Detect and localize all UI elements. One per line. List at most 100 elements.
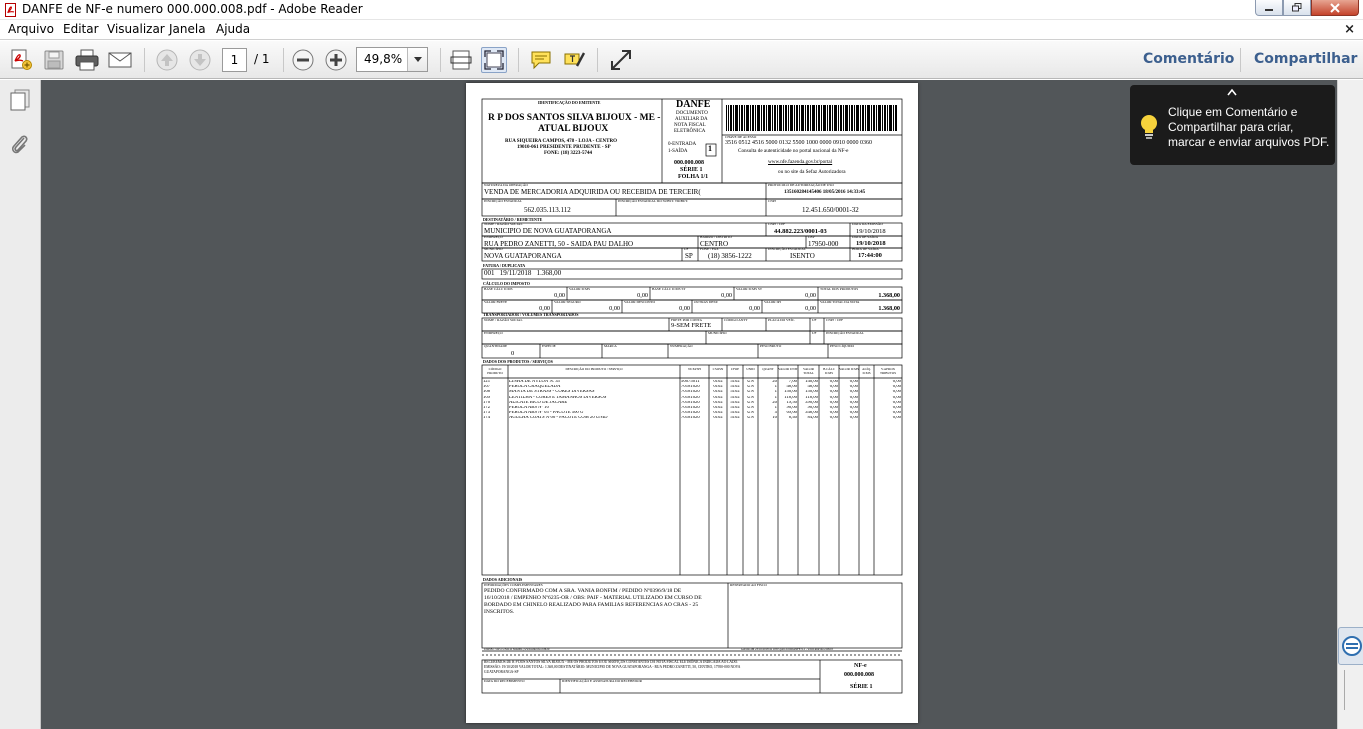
- attachments-panel-button[interactable]: [8, 132, 32, 160]
- produto-cell: 0102: [713, 411, 723, 416]
- produto-cell: 0,00: [829, 380, 838, 384]
- imposto-value: 0,00: [805, 305, 816, 312]
- produtos-header: DADOS DOS PRODUTOS / SERVIÇOS: [483, 359, 553, 364]
- comment-button[interactable]: [528, 47, 554, 73]
- transporte-label: PLACA DO VEÍC.: [768, 318, 796, 322]
- save-button[interactable]: [41, 47, 67, 73]
- fit-width-icon: [484, 50, 504, 70]
- zoom-out-button[interactable]: [290, 47, 316, 73]
- email-button[interactable]: [107, 47, 133, 73]
- produto-cell: 0,00: [849, 390, 858, 395]
- produto-cell: UN: [747, 385, 754, 390]
- transporte-label: PESO BRUTO: [760, 344, 782, 348]
- adicionais-header: DADOS ADICIONAIS: [483, 577, 523, 582]
- scrollbar-track[interactable]: [1344, 670, 1356, 710]
- next-page-button[interactable]: [187, 47, 213, 73]
- produto-cell: UN: [747, 395, 754, 400]
- zoom-select[interactable]: 49,8%: [356, 47, 428, 72]
- tipo-value: 1: [708, 144, 712, 153]
- minimize-button[interactable]: [1255, 0, 1283, 16]
- produto-cell: 150,00: [784, 390, 797, 395]
- menu-editar[interactable]: Editar: [63, 22, 99, 36]
- produto-cell: 168: [483, 390, 491, 395]
- produto-cell: 1: [774, 406, 777, 410]
- produto-column-header: NCM/SH: [688, 367, 701, 371]
- produto-cell: AGULHA COATS Nº06 - PACOTE COM 20 UNID: [509, 416, 608, 421]
- fatura-value: 001 19/11/2018 1.368,00: [484, 269, 562, 277]
- create-pdf-button[interactable]: [8, 47, 34, 73]
- highlight-icon: [564, 52, 586, 67]
- produto-column-header: UNID: [746, 367, 755, 371]
- transporte-label: INSCRIÇÃO ESTADUAL: [826, 331, 864, 335]
- full-screen-button[interactable]: [608, 47, 634, 73]
- comment-share-tooltip: Clique em Comentário e Compartilhar para…: [1130, 85, 1335, 165]
- danfe-subtitle-2: AUXILIAR DA: [675, 117, 708, 122]
- close-document-button[interactable]: ×: [1344, 22, 1355, 37]
- hora-saida-header: HORA DE SAÍDA: [852, 247, 879, 251]
- produto-cell: 0,00: [892, 395, 901, 400]
- print-icon: [75, 49, 99, 71]
- fit-page-button[interactable]: [448, 47, 474, 73]
- print-button[interactable]: [74, 47, 100, 73]
- dest-fone-header: FONE / FAX: [700, 247, 719, 251]
- dest-nome-header: NOME / RAZÃO SOCIAL: [484, 222, 523, 226]
- natop-header: NATUREZA DA OPERAÇÃO: [484, 183, 528, 187]
- produto-column-header: CSOSN: [712, 367, 724, 371]
- produto-cell: 0,00: [849, 385, 858, 390]
- produto-cell: 0,00: [849, 411, 858, 416]
- previous-page-button[interactable]: [154, 47, 180, 73]
- tools-panel-handle[interactable]: [1338, 627, 1363, 665]
- imposto-label: VALOR SEGURO: [554, 300, 581, 304]
- barcode: [726, 105, 898, 131]
- zoom-in-button[interactable]: [323, 47, 349, 73]
- menu-ajuda[interactable]: Ajuda: [216, 22, 250, 36]
- footer-left: UniNFe 7.0P e UNICO Sistema | www.unicof…: [484, 647, 550, 651]
- highlight-button[interactable]: [561, 47, 587, 73]
- produto-cell: 69,60: [786, 411, 797, 416]
- produto-cell: 390,00: [805, 400, 818, 405]
- recibo-nfe: NF-e: [854, 663, 867, 669]
- imposto-label: VALOR ICMS: [569, 287, 591, 291]
- pages-panel-button[interactable]: [8, 88, 32, 116]
- recibo-serie: SÉRIE 1: [850, 684, 873, 690]
- page-total: / 1: [254, 52, 270, 66]
- natop-value: VENDA DE MERCADORIA ADQUIRIDA OU RECEBID…: [484, 188, 701, 196]
- menu-arquivo[interactable]: Arquivo: [8, 22, 54, 36]
- close-button[interactable]: [1311, 0, 1359, 16]
- chevron-up-icon[interactable]: [1227, 88, 1237, 96]
- produto-cell: 0,00: [849, 400, 858, 405]
- produto-column-header: ALÍQ. ICMS: [862, 367, 871, 375]
- recibo-assinatura-header: IDENTIFICAÇÃO E ASSINATURA DO RECEBEDOR: [562, 679, 642, 683]
- comment-pane-link[interactable]: Comentário: [1143, 51, 1234, 67]
- comment-icon: [531, 51, 551, 70]
- share-pane-link[interactable]: Compartilhar: [1254, 51, 1357, 67]
- consulta-link[interactable]: www.nfe.fazenda.gov.br/portal: [768, 159, 832, 165]
- menu-janela[interactable]: Janela: [169, 22, 206, 36]
- zoom-dropdown-button[interactable]: [407, 48, 427, 71]
- menu-visualizar[interactable]: Visualizar: [107, 22, 165, 36]
- imposto-value: 0,00: [721, 292, 732, 299]
- ie-value: 562.035.113.112: [524, 206, 571, 214]
- produto-cell: 0,00: [892, 416, 901, 421]
- transporte-label: PESO LÍQUIDO: [830, 344, 855, 348]
- dest-fone: (18) 3856-1222: [708, 252, 752, 260]
- tooltip-message: Clique em Comentário e Compartilhar para…: [1168, 105, 1330, 149]
- imposto-label: OUTRAS DESP.: [694, 300, 718, 304]
- data-emissao-header: DATA DA EMISSÃO: [852, 222, 883, 226]
- produto-cell: 1: [774, 395, 777, 400]
- attachment-icon: [11, 135, 28, 154]
- transporte-label: ENDEREÇO: [484, 331, 503, 335]
- produto-cell: UN: [747, 411, 754, 416]
- fit-width-button[interactable]: [481, 47, 507, 73]
- produto-cell: 0,00: [829, 390, 838, 395]
- recibo-linha-2: EMISSÃO: 19/10/2018 VALOR TOTAL: 1.368,0…: [484, 665, 741, 669]
- emitente-address: RUA SIQUEIRA CAMPOS, 478 - LOJA - CENTRO: [505, 139, 617, 144]
- produto-cell: 70181020: [681, 416, 700, 421]
- nf-serie: SÉRIE 1: [680, 167, 703, 173]
- transportador-header: TRANSPORTADOR / VOLUMES TRANSPORTADOS: [483, 312, 579, 317]
- produto-cell: UN: [747, 390, 754, 395]
- page-number-input[interactable]: 1: [222, 48, 247, 72]
- recibo-linha-3: GUATAPORANGA-SP: [484, 670, 519, 674]
- info-linha-1: PEDIDO CONFIRMADO COM A SRA. VANIA BONFI…: [484, 588, 682, 594]
- maximize-button[interactable]: [1283, 0, 1311, 16]
